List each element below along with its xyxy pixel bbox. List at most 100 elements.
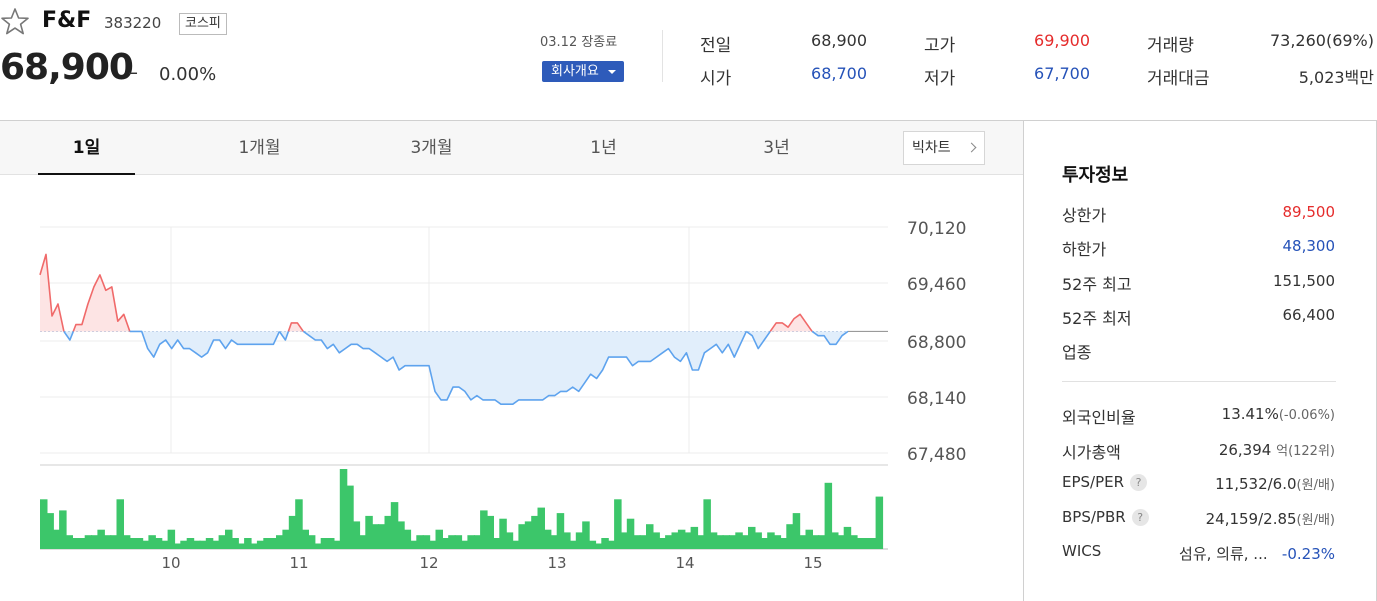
volume-bar	[722, 535, 730, 549]
volume-value: 73,260(69%)	[1269, 31, 1374, 50]
volume-bar	[282, 529, 290, 549]
volume-bar	[486, 515, 494, 549]
volume-bar	[856, 538, 864, 549]
volume-bar	[448, 535, 456, 549]
volume-bar	[186, 538, 195, 549]
volume-bar	[697, 535, 705, 549]
volume-bar	[218, 535, 227, 549]
market-badge: 코스피	[179, 13, 227, 35]
volume-bar	[333, 540, 341, 549]
help-icon[interactable]: ?	[1131, 509, 1149, 526]
prev-close-label: 전일	[700, 36, 732, 56]
volume-bar	[824, 482, 833, 549]
volume-bar	[154, 538, 163, 549]
company-overview-label: 회사개요	[551, 64, 599, 79]
volume-bar	[103, 535, 112, 549]
foreign-ratio-value: 13.41%(-0.06%)	[1222, 405, 1335, 423]
header-divider	[662, 30, 663, 82]
eps-per-text: EPS/PER	[1062, 473, 1125, 491]
volume-bar	[276, 535, 284, 549]
volume-bar	[709, 532, 718, 549]
volume-bar	[91, 535, 99, 549]
volume-bar	[225, 529, 233, 549]
volume-bar	[639, 535, 648, 549]
volume-bar	[71, 538, 80, 549]
volume-bar	[365, 515, 373, 549]
volume-bar	[129, 538, 137, 549]
volume-bar	[843, 526, 852, 549]
volume-bar	[116, 499, 124, 549]
volume-bar	[543, 529, 552, 549]
wics-label: WICS	[1062, 542, 1102, 560]
volume-bar	[671, 532, 679, 549]
volume-bar	[703, 499, 711, 549]
volume-label: 거래량	[1147, 36, 1194, 56]
volume-bar	[748, 526, 756, 549]
volume-bar	[837, 535, 845, 549]
volume-bar	[358, 535, 367, 549]
eps-per-unit: (원/배)	[1296, 478, 1335, 493]
low-value: 67,700	[1034, 64, 1090, 83]
current-price: 68,900	[0, 47, 134, 88]
favorite-star-icon[interactable]	[0, 7, 30, 37]
high-value: 69,900	[1034, 31, 1090, 50]
volume-bar	[193, 540, 201, 549]
bps-pbr-value: 24,159/2.85(원/배)	[1206, 509, 1335, 528]
volume-bar	[582, 521, 590, 549]
volume-bar	[307, 535, 316, 549]
volume-bar	[537, 507, 545, 549]
volume-bar	[429, 540, 437, 549]
market-cap-label: 시가총액	[1062, 443, 1121, 462]
change-rate: 0.00%	[159, 64, 217, 85]
eps-per-label: EPS/PER?	[1062, 473, 1148, 491]
prev-close-value: 68,900	[811, 31, 867, 50]
panel-divider	[1023, 121, 1024, 601]
info-separator	[1062, 381, 1336, 382]
volume-bar	[665, 535, 673, 549]
area-below-base	[812, 331, 848, 345]
volume-bar	[237, 543, 246, 549]
volume-bar	[371, 524, 380, 549]
volume-bar	[148, 535, 156, 549]
trade-amount-label: 거래대금	[1147, 69, 1210, 89]
volume-bar	[180, 540, 188, 549]
market-cap: 26,394	[1218, 441, 1272, 459]
volume-bar	[167, 529, 176, 549]
help-icon[interactable]: ?	[1130, 474, 1148, 491]
volume-bar	[327, 538, 335, 549]
volume-bar	[403, 529, 412, 549]
stock-header: F&F 383220 코스피 68,900 – 0.00% 03.12 장종료 …	[0, 0, 1377, 118]
area-above-base	[40, 254, 64, 332]
volume-bar	[869, 538, 877, 549]
x-tick-label: 13	[547, 554, 566, 572]
volume-bar	[518, 524, 526, 549]
volume-bar	[59, 510, 67, 549]
lower-limit-label: 하한가	[1062, 240, 1107, 259]
industry-label: 업종	[1062, 343, 1092, 362]
volume-bar	[575, 532, 584, 549]
volume-bar	[646, 524, 654, 549]
upper-limit-value: 89,500	[1282, 203, 1336, 221]
x-tick-label: 15	[803, 554, 822, 572]
low52-value: 66,400	[1282, 306, 1336, 324]
wics-sector[interactable]: 섬유, 의류, ...	[1179, 545, 1268, 563]
bps-pbr-unit: (원/배)	[1296, 513, 1335, 528]
wics-change: -0.23%	[1281, 545, 1335, 563]
volume-bar	[728, 535, 737, 549]
volume-bar	[499, 518, 507, 549]
chart-fills	[40, 254, 848, 405]
volume-bar	[454, 535, 463, 549]
volume-bar	[46, 513, 54, 549]
volume-bar	[212, 540, 220, 549]
wics-value: 섬유, 의류, ... -0.23%	[1179, 543, 1335, 564]
x-tick-label: 10	[161, 554, 180, 572]
area-below-base	[303, 331, 747, 405]
volume-bar	[346, 485, 354, 549]
x-tick-label: 11	[289, 554, 308, 572]
company-overview-button[interactable]: 회사개요	[542, 61, 624, 82]
volume-bar	[601, 538, 609, 549]
volume-bar	[40, 499, 48, 549]
y-tick-label: 68,140	[907, 389, 966, 409]
volume-bar	[690, 526, 699, 549]
trade-amount-value: 5,023백만	[1298, 68, 1374, 87]
